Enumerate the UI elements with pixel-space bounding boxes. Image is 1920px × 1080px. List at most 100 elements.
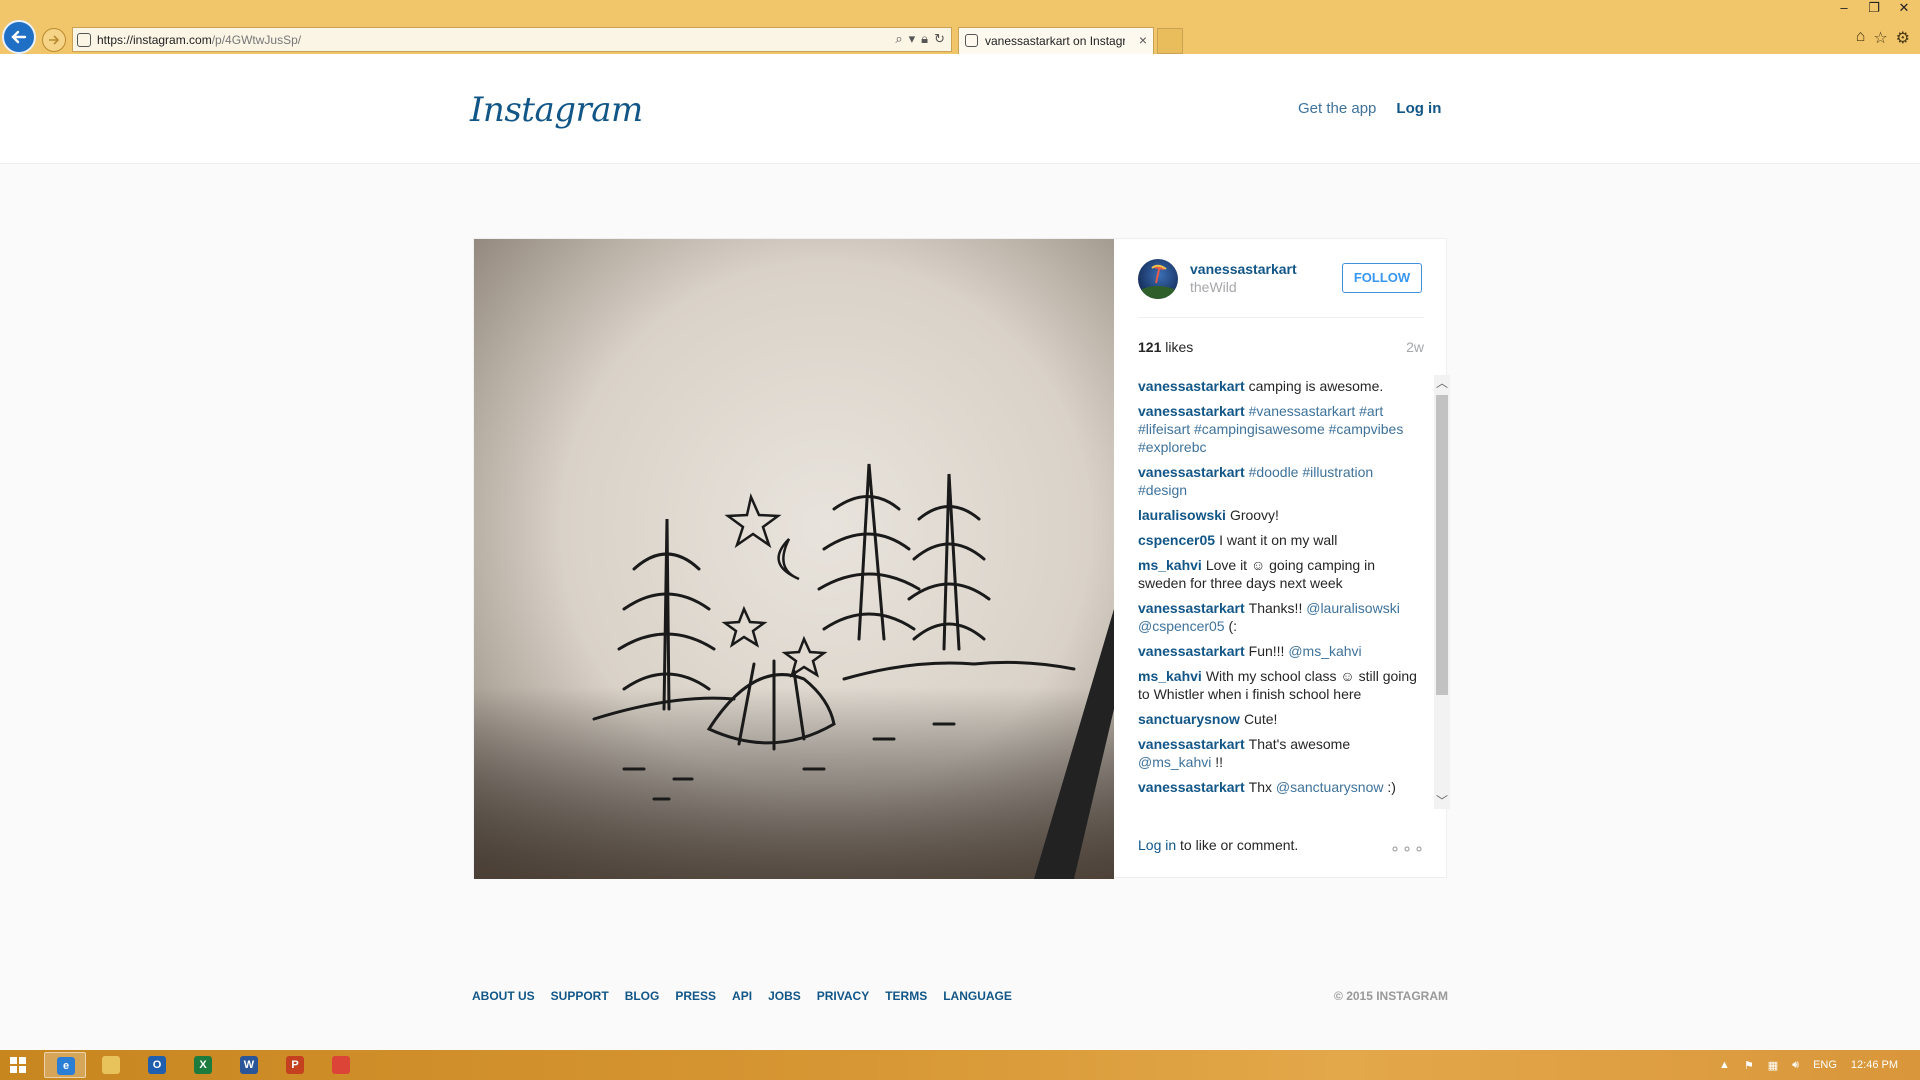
refresh-icon[interactable]: ↻ xyxy=(934,31,945,47)
post-photo[interactable] xyxy=(474,239,1114,879)
ellipsis-icon[interactable]: ∘∘∘ xyxy=(1390,839,1426,859)
likes-count: 121 likes xyxy=(1138,339,1194,355)
comment-item: vanessastarkart Thx @sanctuarysnow :) xyxy=(1138,778,1418,796)
comment-username[interactable]: ms_kahvi xyxy=(1138,557,1202,573)
login-to-comment-link[interactable]: Log in xyxy=(1138,837,1176,853)
taskbar-outlook[interactable]: O xyxy=(136,1052,178,1078)
comment-username[interactable]: vanessastarkart xyxy=(1138,643,1245,659)
footer-links: ABOUT US SUPPORT BLOG PRESS API JOBS PRIVACY TE… xyxy=(472,989,1448,1003)
clock[interactable]: 12:46 PM xyxy=(1851,1059,1898,1071)
comment-username[interactable]: ms_kahvi xyxy=(1138,668,1202,684)
comment-username[interactable]: vanessastarkart xyxy=(1138,464,1245,480)
comments-list[interactable]: vanessastarkart camping is awesome. vaness… xyxy=(1138,377,1418,807)
login-prompt: Log in to like or comment. xyxy=(1138,837,1299,853)
comment-text: Fun!!! xyxy=(1248,643,1289,659)
instagram-logo[interactable]: Instagram xyxy=(470,90,643,130)
favorites-star-icon[interactable]: ☆ xyxy=(1873,28,1887,48)
comment-hashtags[interactable]: @ms_kahvi xyxy=(1138,754,1211,770)
header-login-link[interactable]: Log in xyxy=(1396,100,1441,117)
address-bar[interactable]: https://instagram.com/p/4GWtwJusSp/ ⌕ ▾ … xyxy=(72,27,952,52)
footer-link-api[interactable]: API xyxy=(732,989,752,1003)
post-time[interactable]: 2w xyxy=(1406,339,1424,355)
comment-item: vanessastarkart Thanks!! @lauralisowski @… xyxy=(1138,599,1418,635)
language-indicator[interactable]: ENG xyxy=(1813,1059,1837,1071)
comment-item: cspencer05 I want it on my wall xyxy=(1138,531,1418,549)
footer-link-support[interactable]: SUPPORT xyxy=(551,989,609,1003)
footer-link-about-us[interactable]: ABOUT US xyxy=(472,989,535,1003)
minimize-icon[interactable]: – xyxy=(1836,0,1852,16)
footer-link-terms[interactable]: TERMS xyxy=(885,989,927,1003)
comment-username[interactable]: vanessastarkart xyxy=(1138,600,1245,616)
home-icon[interactable]: ⌂ xyxy=(1856,28,1866,48)
comment-hashtags[interactable]: @sanctuarysnow xyxy=(1276,779,1384,795)
comment-text: Thx xyxy=(1248,779,1276,795)
taskbar-file-explorer[interactable] xyxy=(90,1052,132,1078)
footer-link-privacy[interactable]: PRIVACY xyxy=(817,989,869,1003)
comment-username[interactable]: vanessastarkart xyxy=(1138,779,1245,795)
site-favicon-icon xyxy=(77,33,91,47)
taskbar-excel[interactable]: X xyxy=(182,1052,224,1078)
back-button[interactable] xyxy=(2,20,36,54)
close-window-icon[interactable]: ✕ xyxy=(1896,0,1912,16)
powerpoint-icon: P xyxy=(286,1056,304,1074)
footer-link-language[interactable]: LANGUAGE xyxy=(943,989,1012,1003)
taskbar-powerpoint[interactable]: P xyxy=(274,1052,316,1078)
new-tab-button[interactable] xyxy=(1157,28,1183,54)
system-tray: ▲ ⚑ ▦ 🔊︎ ENG 12:46 PM xyxy=(1719,1050,1920,1080)
comment-username[interactable]: cspencer05 xyxy=(1138,532,1215,548)
comment-item: sanctuarysnow Cute! xyxy=(1138,710,1418,728)
scroll-down-icon[interactable]: ﹀ xyxy=(1434,793,1450,809)
comment-username[interactable]: vanessastarkart xyxy=(1138,378,1245,394)
divider xyxy=(1138,317,1424,318)
site-footer: ABOUT US SUPPORT BLOG PRESS API JOBS PRIVACY TE… xyxy=(472,989,1448,1003)
browser-chrome: https://instagram.com/p/4GWtwJusSp/ ⌕ ▾ … xyxy=(0,0,1920,54)
tab-favicon-icon xyxy=(965,34,978,47)
lock-icon[interactable]: 🔒︎ xyxy=(921,31,928,47)
taskbar-word[interactable]: W xyxy=(228,1052,270,1078)
taskbar-internet-explorer[interactable]: e xyxy=(44,1052,86,1078)
tab-close-icon[interactable]: × xyxy=(1139,32,1147,48)
word-icon: W xyxy=(240,1056,258,1074)
post-card: vanessastarkart theWild FOLLOW 121 likes… xyxy=(473,238,1450,879)
footer-link-press[interactable]: PRESS xyxy=(675,989,716,1003)
comment-username[interactable]: vanessastarkart xyxy=(1138,403,1245,419)
comment-item: vanessastarkart Fun!!! @ms_kahvi xyxy=(1138,642,1418,660)
comment-username[interactable]: sanctuarysnow xyxy=(1138,711,1240,727)
taskbar-chrome[interactable] xyxy=(320,1052,362,1078)
start-windows-icon[interactable] xyxy=(10,1057,26,1073)
outlook-icon: O xyxy=(148,1056,166,1074)
comment-text-suffix: (: xyxy=(1224,618,1238,634)
comment-text: Cute! xyxy=(1243,711,1278,727)
scroll-thumb[interactable] xyxy=(1436,395,1448,695)
user-avatar[interactable] xyxy=(1138,259,1178,299)
footer-link-jobs[interactable]: JOBS xyxy=(768,989,801,1003)
search-icon[interactable]: ⌕ xyxy=(895,31,902,47)
dropdown-icon[interactable]: ▾ xyxy=(909,31,916,47)
post-username[interactable]: vanessastarkart xyxy=(1190,261,1297,277)
restore-icon[interactable]: ❐ xyxy=(1866,0,1882,16)
action-center-flag-icon[interactable]: ⚑ xyxy=(1744,1059,1754,1072)
forward-button[interactable] xyxy=(42,28,66,52)
comment-item: vanessastarkart #vanessastarkart #art #li… xyxy=(1138,402,1418,456)
footer-link-blog[interactable]: BLOG xyxy=(625,989,660,1003)
comments-scrollbar[interactable]: ︿ ﹀ xyxy=(1434,375,1450,809)
comment-text: I want it on my wall xyxy=(1219,532,1338,548)
browser-tab[interactable]: vanessastarkart on Instagra... × xyxy=(958,27,1154,54)
volume-icon[interactable]: 🔊︎ xyxy=(1792,1059,1799,1072)
get-app-link[interactable]: Get the app xyxy=(1298,100,1376,117)
comment-item: vanessastarkart #doodle #illustration #de… xyxy=(1138,463,1418,499)
scroll-up-icon[interactable]: ︿ xyxy=(1434,375,1450,391)
comment-hashtags[interactable]: @ms_kahvi xyxy=(1288,643,1361,659)
post-location[interactable]: theWild xyxy=(1190,279,1237,295)
comment-username[interactable]: lauralisowski xyxy=(1138,507,1226,523)
comment-item: vanessastarkart That's awesome @ms_kahvi … xyxy=(1138,735,1418,771)
comment-text: That's awesome xyxy=(1248,736,1351,752)
settings-gear-icon[interactable]: ⚙ xyxy=(1896,28,1910,48)
follow-button[interactable]: FOLLOW xyxy=(1342,263,1422,293)
forward-arrow-icon xyxy=(49,35,60,45)
internet-explorer-icon: e xyxy=(57,1057,75,1075)
comment-username[interactable]: vanessastarkart xyxy=(1138,736,1245,752)
comment-item: lauralisowski Groovy! xyxy=(1138,506,1418,524)
tray-expand-icon[interactable]: ▲ xyxy=(1719,1059,1730,1071)
network-icon[interactable]: ▦ xyxy=(1768,1059,1778,1072)
